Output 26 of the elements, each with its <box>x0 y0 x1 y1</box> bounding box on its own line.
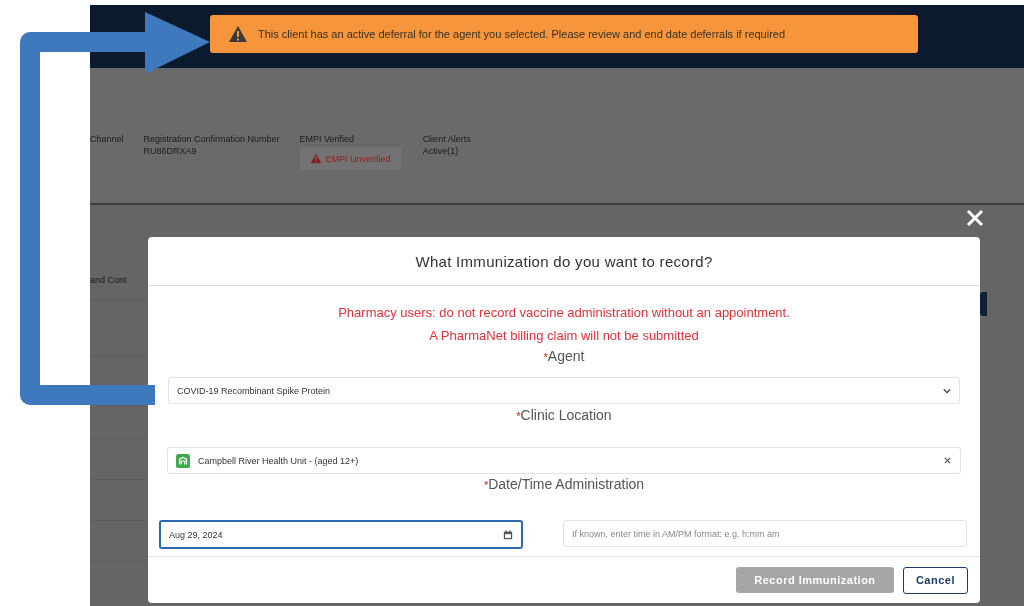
close-icon[interactable] <box>965 208 985 228</box>
location-field[interactable]: Campbell River Health Unit - (aged 12+) <box>167 447 961 474</box>
time-field[interactable]: If known, enter time in AM/PM format: e.g. h:mm am <box>563 520 967 547</box>
field-value: Active(1) <box>422 145 460 157</box>
field-label: *Agent <box>543 347 585 366</box>
warning-icon <box>228 25 248 43</box>
warning-notice: A PharmaNet billing claim will not be submitted <box>429 327 699 345</box>
chevron-down-icon <box>943 387 951 394</box>
warning-notice: Pharmacy users: do not record vaccine administration without an appointment. <box>338 304 790 322</box>
warning-message: This client has an active deferral for the agent you selected. Please review and end date deferrals if required <box>258 28 786 40</box>
field-label: Client Alerts <box>422 133 471 145</box>
field-label: Channel <box>90 133 124 145</box>
clear-icon[interactable] <box>943 456 952 465</box>
field-label: *Clinic Location <box>516 406 612 425</box>
section-label: and Cont <box>90 275 127 285</box>
field-label: Registration Confirmation Number <box>143 133 280 145</box>
status-badge: EMPI Unverified <box>299 147 401 170</box>
field-value: RU86DRXA9 <box>143 145 198 157</box>
location-icon <box>176 453 190 468</box>
calendar-icon[interactable] <box>503 529 513 540</box>
agent-dropdown[interactable]: COVID-19 Recombinant Spike Protein <box>168 377 960 404</box>
date-field[interactable]: Aug 29, 2024 <box>159 520 523 549</box>
cancel-button[interactable]: Cancel <box>902 566 968 594</box>
field-label: *Date/Time Administration <box>483 475 645 494</box>
dialog-title: What Immunization do you want to record? <box>148 237 980 286</box>
field-label: EMPI Verified <box>299 133 356 145</box>
